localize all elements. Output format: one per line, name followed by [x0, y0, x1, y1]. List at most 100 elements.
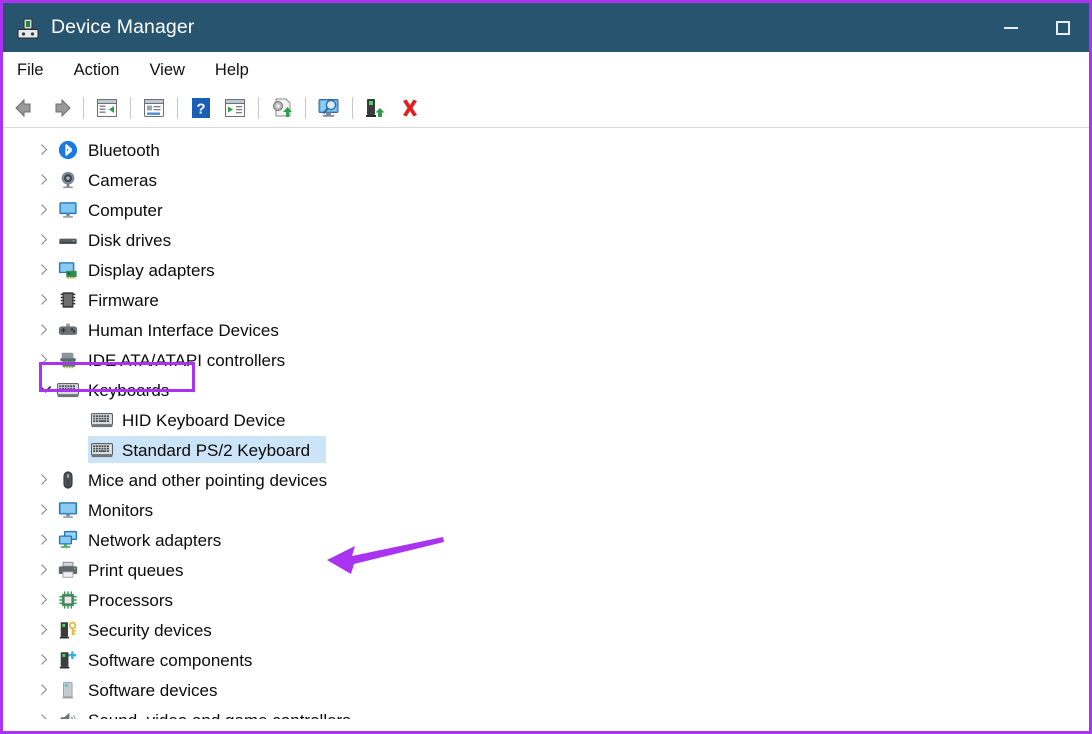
- tree-item-label: Monitors: [88, 500, 154, 520]
- tree-item-label: IDE ATA/ATAPI controllers: [88, 350, 286, 370]
- minimize-button[interactable]: [985, 3, 1037, 52]
- chevron-right-icon[interactable]: [39, 713, 57, 719]
- computer-icon: [57, 199, 79, 221]
- toolbar-separator: [83, 97, 84, 119]
- scan-for-hardware-changes-button[interactable]: [314, 93, 344, 123]
- chevron-right-icon[interactable]: [39, 503, 57, 516]
- keyboard-icon: [91, 439, 113, 461]
- tree-item-label: Computer: [88, 200, 163, 220]
- tree-item-human-interface-devices[interactable]: Human Interface Devices: [3, 315, 1089, 345]
- help-button[interactable]: ?: [186, 93, 216, 123]
- toolbar-separator: [305, 97, 306, 119]
- menu-item-view[interactable]: View: [149, 59, 199, 82]
- chevron-right-icon[interactable]: [39, 473, 57, 486]
- tree-item-print-queues[interactable]: Print queues: [3, 555, 1089, 585]
- device-tree[interactable]: Bluetooth Cameras Computer Disk drives Displ…: [3, 128, 1089, 719]
- tree-item-security-devices[interactable]: Security devices: [3, 615, 1089, 645]
- action-pane-icon: [225, 99, 245, 117]
- chevron-right-icon[interactable]: [39, 233, 57, 246]
- show-hide-console-tree-button[interactable]: [92, 93, 122, 123]
- tree-item-label: Keyboards: [88, 380, 170, 400]
- tree-item-label: HID Keyboard Device: [122, 410, 286, 430]
- printer-icon: [57, 559, 79, 581]
- chevron-right-icon[interactable]: [39, 533, 57, 546]
- toolbar-separator: [258, 97, 259, 119]
- mouse-icon: [57, 469, 79, 491]
- maximize-button[interactable]: [1037, 3, 1089, 52]
- tree-item-monitors[interactable]: Monitors: [3, 495, 1089, 525]
- back-button[interactable]: [11, 93, 41, 123]
- tree-item-standard-ps-2-keyboard[interactable]: Standard PS/2 Keyboard: [3, 435, 1089, 465]
- device-manager-window: Device Manager File Action View Help ? B…: [0, 0, 1092, 734]
- chevron-right-icon[interactable]: [39, 563, 57, 576]
- bluetooth-icon: [57, 139, 79, 161]
- chevron-right-icon[interactable]: [39, 143, 57, 156]
- chevron-right-icon[interactable]: [39, 323, 57, 336]
- tree-item-label: Processors: [88, 590, 174, 610]
- svg-text:?: ?: [196, 101, 205, 118]
- processor-icon: [57, 589, 79, 611]
- tree-item-label: Disk drives: [88, 230, 172, 250]
- chevron-right-icon[interactable]: [39, 593, 57, 606]
- menu-item-file[interactable]: File: [17, 59, 59, 82]
- show-hide-action-pane-button[interactable]: [220, 93, 250, 123]
- forward-button[interactable]: [45, 93, 75, 123]
- maximize-icon: [1056, 20, 1070, 35]
- device-manager-icon: [16, 17, 40, 41]
- tree-item-cameras[interactable]: Cameras: [3, 165, 1089, 195]
- tree-item-keyboards[interactable]: Keyboards: [3, 375, 1089, 405]
- security-device-icon: [57, 619, 79, 641]
- properties-icon: [144, 99, 164, 117]
- keyboard-icon: [91, 409, 113, 431]
- toolbar: ?: [3, 89, 1089, 128]
- uninstall-red-x-icon: [403, 99, 417, 117]
- chevron-right-icon[interactable]: [39, 623, 57, 636]
- tree-item-label: Security devices: [88, 620, 212, 640]
- tree-item-computer[interactable]: Computer: [3, 195, 1089, 225]
- tree-item-label: Cameras: [88, 170, 157, 190]
- tree-item-label: Sound, video and game controllers: [88, 712, 351, 720]
- menu-item-action[interactable]: Action: [74, 59, 135, 82]
- title-bar: Device Manager: [3, 3, 1089, 52]
- disk-drive-icon: [57, 229, 79, 251]
- tree-item-label: Human Interface Devices: [88, 320, 279, 340]
- chevron-right-icon[interactable]: [39, 203, 57, 216]
- uninstall-device-button[interactable]: [395, 93, 425, 123]
- scan-hardware-icon: [318, 99, 339, 117]
- tree-item-software-devices[interactable]: Software devices: [3, 675, 1089, 705]
- tree-item-hid-keyboard-device[interactable]: HID Keyboard Device: [3, 405, 1089, 435]
- chevron-right-icon[interactable]: [39, 683, 57, 696]
- chevron-right-icon[interactable]: [39, 653, 57, 666]
- help-question-icon: ?: [192, 98, 210, 118]
- keyboard-icon: [57, 379, 79, 401]
- tree-item-processors[interactable]: Processors: [3, 585, 1089, 615]
- tree-item-ide-ata-atapi-controllers[interactable]: IDE ATA/ATAPI controllers: [3, 345, 1089, 375]
- tree-item-bluetooth[interactable]: Bluetooth: [3, 135, 1089, 165]
- back-arrow-icon: [15, 98, 31, 118]
- ide-controller-icon: [57, 349, 79, 371]
- tree-rows: Bluetooth Cameras Computer Disk drives Displ…: [3, 135, 1089, 719]
- tree-item-sound-video-and-game-controllers[interactable]: Sound, video and game controllers: [3, 705, 1089, 719]
- hid-gamepad-icon: [57, 319, 79, 341]
- tree-item-firmware[interactable]: Firmware: [3, 285, 1089, 315]
- window-title: Device Manager: [51, 16, 195, 38]
- properties-button[interactable]: [139, 93, 169, 123]
- update-driver-button[interactable]: [267, 93, 297, 123]
- tree-item-display-adapters[interactable]: Display adapters: [3, 255, 1089, 285]
- toolbar-separator: [130, 97, 131, 119]
- chevron-right-icon[interactable]: [39, 353, 57, 366]
- tree-item-label: Network adapters: [88, 530, 222, 550]
- chevron-down-icon[interactable]: [39, 384, 57, 395]
- chevron-right-icon[interactable]: [39, 173, 57, 186]
- network-adapter-icon: [57, 529, 79, 551]
- chevron-right-icon[interactable]: [39, 263, 57, 276]
- menu-item-help[interactable]: Help: [215, 59, 264, 82]
- tree-item-network-adapters[interactable]: Network adapters: [3, 525, 1089, 555]
- enable-device-button[interactable]: [361, 93, 391, 123]
- tree-item-software-components[interactable]: Software components: [3, 645, 1089, 675]
- tree-item-mice-and-other-pointing-devices[interactable]: Mice and other pointing devices: [3, 465, 1089, 495]
- display-adapter-icon: [57, 259, 79, 281]
- chevron-right-icon[interactable]: [39, 293, 57, 306]
- tree-item-label: Display adapters: [88, 260, 215, 280]
- tree-item-disk-drives[interactable]: Disk drives: [3, 225, 1089, 255]
